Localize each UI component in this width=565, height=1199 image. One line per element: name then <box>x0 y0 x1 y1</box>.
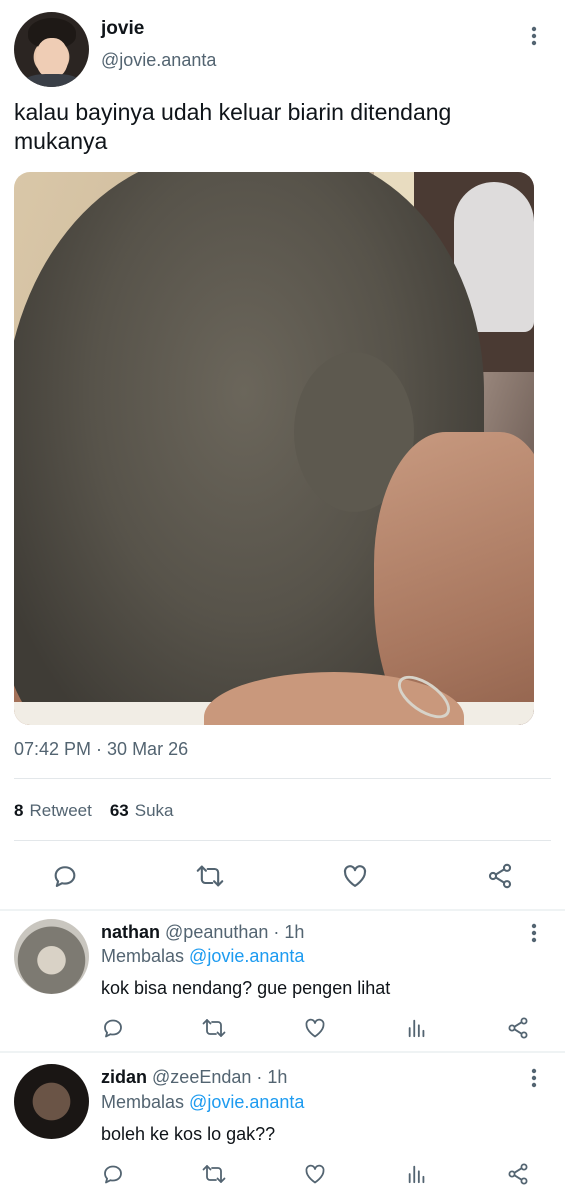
author-handle[interactable]: @jovie.ananta <box>101 50 216 71</box>
author-name[interactable]: jovie <box>101 18 144 40</box>
like-count-group[interactable]: 63 Suka <box>110 801 174 821</box>
more-options-icon[interactable] <box>522 1066 546 1090</box>
like-count: 63 <box>109 801 129 820</box>
analytics-icon[interactable] <box>397 1154 437 1194</box>
replying-mention[interactable]: @jovie.ananta <box>189 946 304 966</box>
retweet-label: Retweet <box>29 801 92 820</box>
share-icon[interactable] <box>480 856 520 896</box>
author-avatar[interactable] <box>14 12 89 87</box>
reply-actions <box>0 1154 565 1194</box>
retweet-icon[interactable] <box>194 1154 234 1194</box>
replying-to: Membalas @jovie.ananta <box>101 946 304 967</box>
replying-to: Membalas @jovie.ananta <box>101 1092 304 1113</box>
reply-icon[interactable] <box>45 856 85 896</box>
tweet-text: kalau bayinya udah keluar biarin ditenda… <box>14 99 452 154</box>
tweet-photo[interactable] <box>14 172 534 725</box>
reply-text: kok bisa nendang? gue pengen lihat <box>101 978 391 998</box>
tweet-stats: 8 Retweet 63 Suka <box>14 801 174 821</box>
reply-time: · 1h <box>273 922 305 942</box>
replying-mention[interactable]: @jovie.ananta <box>189 1092 304 1112</box>
more-options-icon[interactable] <box>522 24 546 48</box>
reply-avatar[interactable] <box>14 1064 89 1139</box>
reply-author-name: nathan <box>101 922 161 942</box>
like-icon[interactable] <box>335 856 375 896</box>
reply-author-handle: @peanuthan <box>165 922 269 942</box>
reply-icon[interactable] <box>93 1154 133 1194</box>
tweet-timestamp: 07:42 PM · 30 Mar 26 <box>14 739 189 759</box>
like-label: Suka <box>134 801 174 820</box>
reply-author-name: zidan <box>101 1067 148 1087</box>
reply-time: · 1h <box>256 1067 288 1087</box>
section-divider <box>0 1051 565 1053</box>
share-icon[interactable] <box>498 1154 538 1194</box>
reply-icon[interactable] <box>93 1008 133 1048</box>
divider <box>14 778 551 779</box>
retweet-count-group[interactable]: 8 Retweet <box>14 801 92 821</box>
replying-prefix: Membalas <box>101 946 185 966</box>
divider <box>14 840 551 841</box>
reply-header[interactable]: nathan @peanuthan · 1h <box>101 922 304 943</box>
retweet-icon[interactable] <box>194 1008 234 1048</box>
share-icon[interactable] <box>498 1008 538 1048</box>
more-options-icon[interactable] <box>522 921 546 945</box>
like-icon[interactable] <box>295 1154 335 1194</box>
retweet-count: 8 <box>14 801 24 820</box>
tweet-actions <box>0 856 565 896</box>
reply-header[interactable]: zidan @zeeEndan · 1h <box>101 1067 287 1088</box>
reply-avatar[interactable] <box>14 919 89 994</box>
reply-text: boleh ke kos lo gak?? <box>101 1124 276 1144</box>
reply-actions <box>0 1008 565 1048</box>
like-icon[interactable] <box>295 1008 335 1048</box>
analytics-icon[interactable] <box>397 1008 437 1048</box>
retweet-icon[interactable] <box>190 856 230 896</box>
replying-prefix: Membalas <box>101 1092 185 1112</box>
section-divider <box>0 909 565 911</box>
reply-author-handle: @zeeEndan <box>152 1067 252 1087</box>
